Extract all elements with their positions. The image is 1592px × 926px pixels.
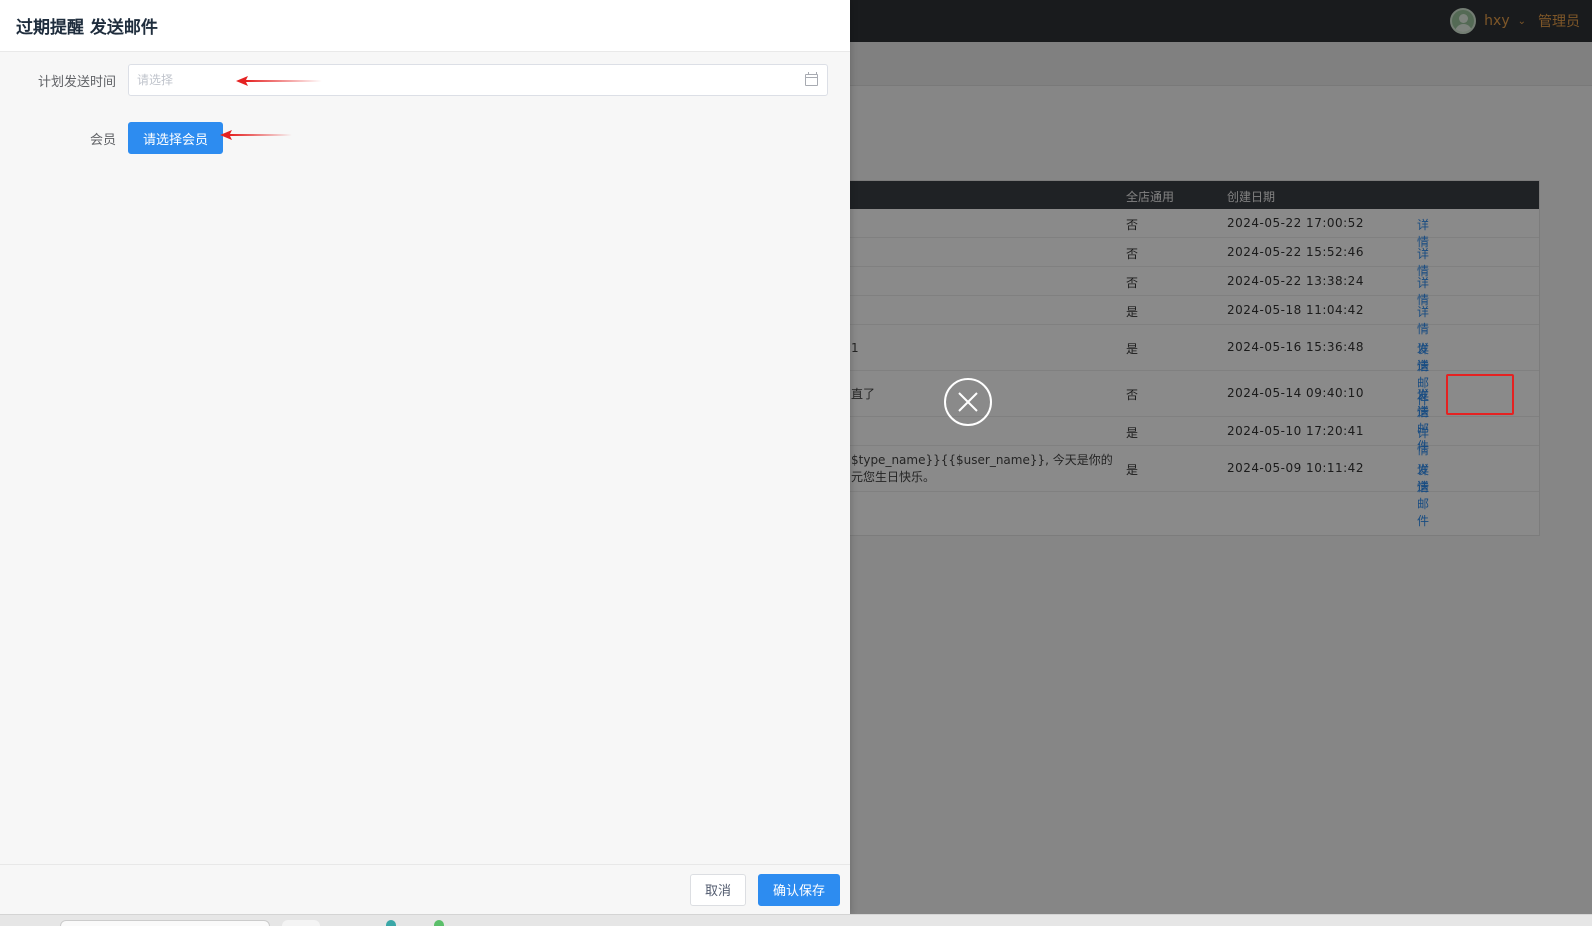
send-time-input[interactable] [129,73,789,87]
select-member-button[interactable]: 请选择会员 [128,122,224,154]
member-label: 会员 [89,132,116,148]
taskbar-app-icon[interactable] [282,920,320,926]
calendar-icon[interactable] [805,72,818,86]
highlight-box [1446,374,1514,415]
member-row: 会员 请选择会员 [0,122,850,154]
annotation-arrow-icon [236,76,322,86]
taskbar-app-icon[interactable] [434,920,444,926]
cancel-button[interactable]: 取消 [689,873,746,906]
send-email-drawer: 过期提醒 发送邮件 计划发送时间 会员 请选择会员 取消 确认保存 [0,0,850,914]
taskbar-app-icon[interactable] [386,920,396,926]
drawer-footer: 取消 确认保存 [0,864,850,914]
send-time-label: 计划发送时间 [37,74,116,90]
confirm-save-button[interactable]: 确认保存 [757,873,840,906]
taskbar-search[interactable] [60,920,270,926]
drawer-title: 过期提醒 发送邮件 [16,18,158,38]
os-taskbar [0,914,1592,926]
send-time-picker[interactable] [128,64,828,96]
drawer-header: 过期提醒 发送邮件 [0,0,850,52]
annotation-arrow-icon [220,130,292,140]
send-time-row: 计划发送时间 [0,64,850,96]
close-circle-icon[interactable] [944,378,992,426]
